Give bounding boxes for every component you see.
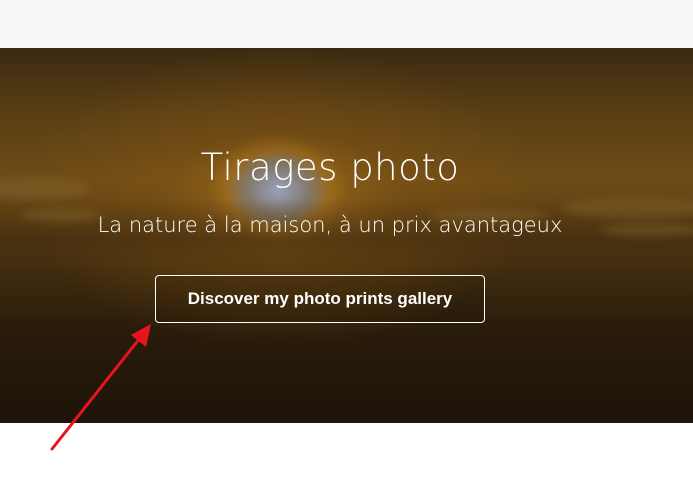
discover-gallery-button[interactable]: Discover my photo prints gallery <box>155 275 485 323</box>
top-bar <box>0 0 693 48</box>
hero-subtitle: La nature à la maison, à un prix avantag… <box>97 213 563 237</box>
hero-title: Tirages photo <box>200 146 460 189</box>
